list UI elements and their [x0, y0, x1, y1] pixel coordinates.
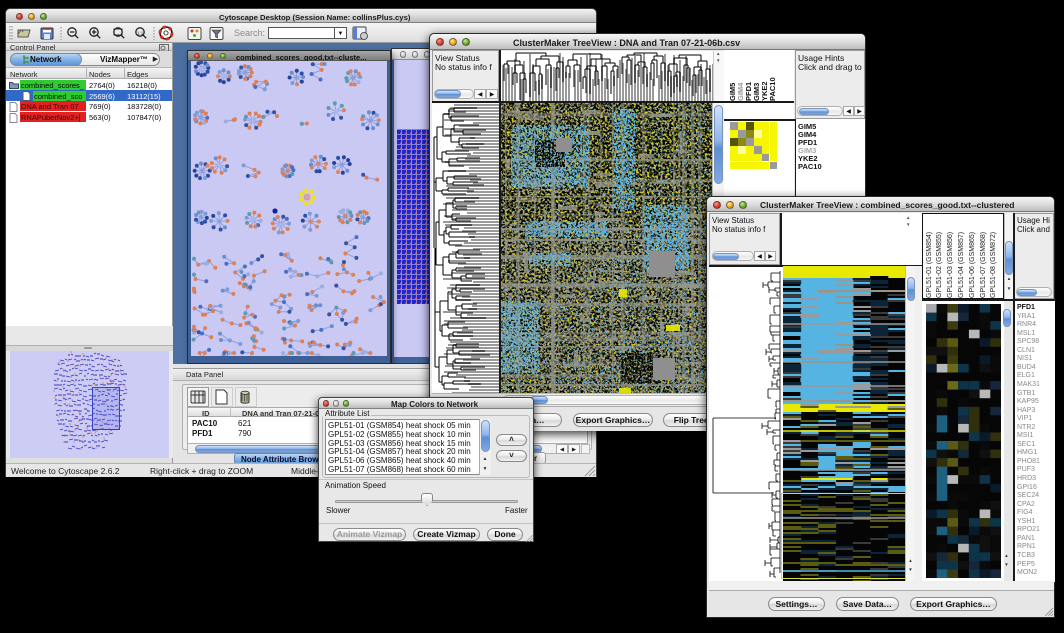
svg-text:1:1: 1:1: [137, 31, 144, 36]
